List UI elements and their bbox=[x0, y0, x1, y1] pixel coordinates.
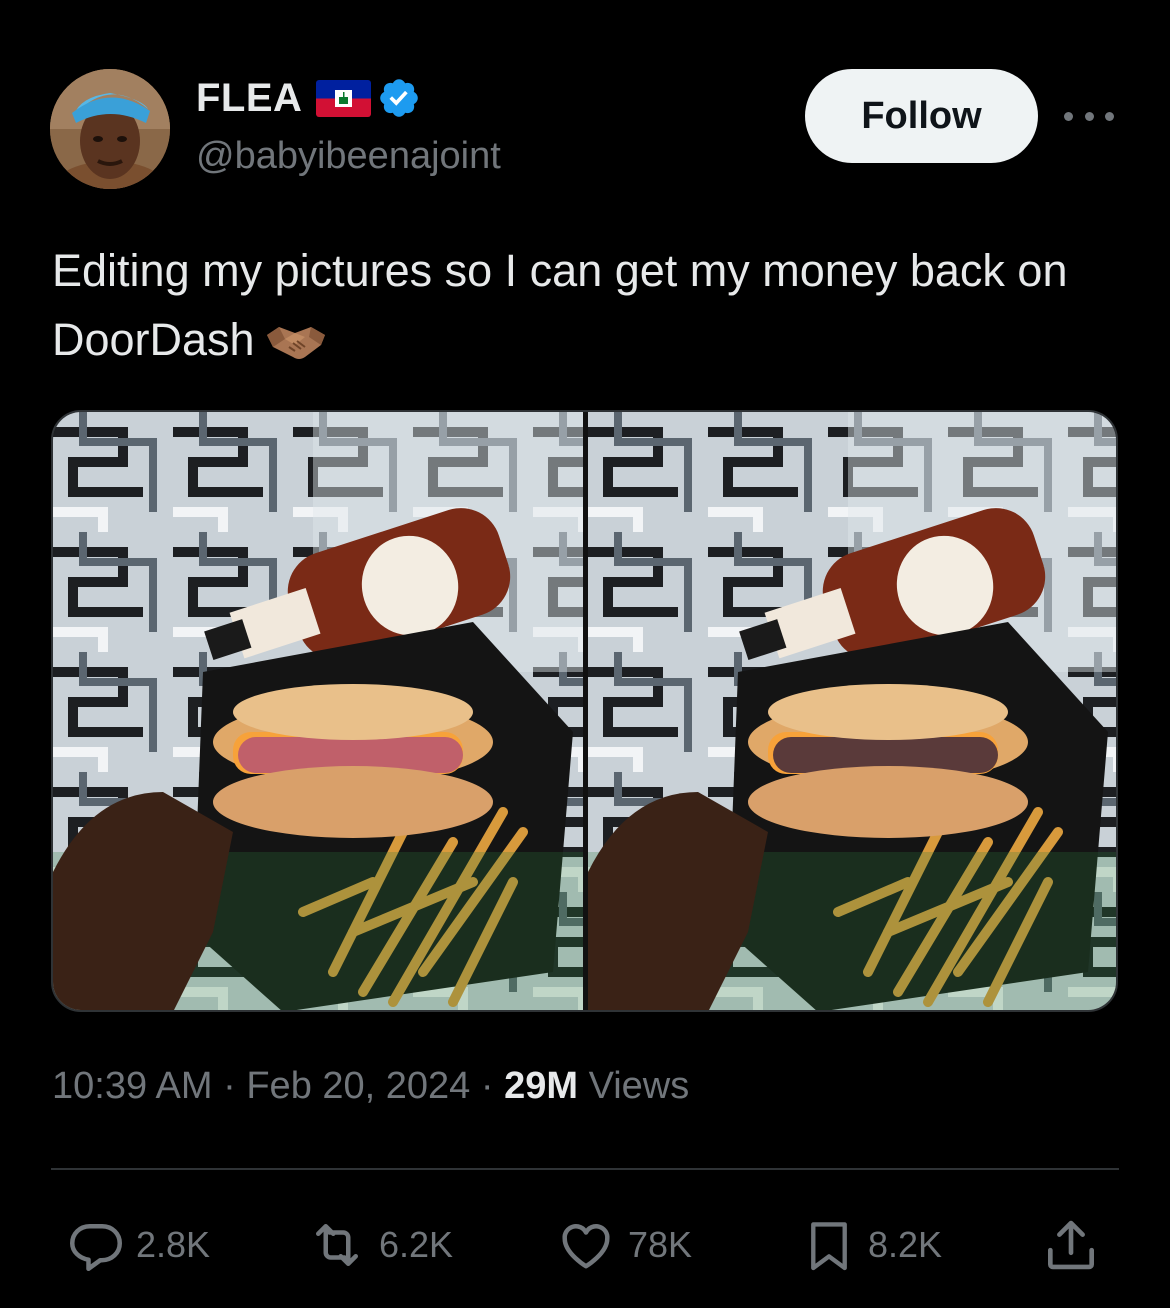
bookmark-count: 8.2K bbox=[868, 1224, 943, 1265]
author-handle[interactable]: @babyibeenajoint bbox=[196, 135, 501, 178]
avatar[interactable] bbox=[50, 69, 170, 189]
author-name-row[interactable]: FLEA bbox=[196, 73, 421, 123]
repost-count: 6.2K bbox=[379, 1224, 454, 1265]
share-icon bbox=[1048, 1220, 1094, 1270]
burger-photo bbox=[53, 412, 583, 1010]
media-image-edited[interactable] bbox=[588, 412, 1116, 1010]
tweet-time[interactable]: 10:39 AM bbox=[52, 1065, 213, 1107]
haiti-flag-icon bbox=[316, 79, 372, 117]
more-dot bbox=[1105, 111, 1114, 121]
share-button[interactable] bbox=[1040, 1205, 1102, 1285]
divider bbox=[51, 1168, 1119, 1170]
meta-separator: · bbox=[212, 1065, 247, 1107]
tweet-text: Editing my pictures so I can get my mone… bbox=[52, 236, 1112, 374]
reply-button[interactable]: 2.8K bbox=[66, 1205, 210, 1285]
media-image-original[interactable] bbox=[53, 412, 583, 1010]
like-count: 78K bbox=[628, 1224, 693, 1265]
bookmark-icon bbox=[811, 1222, 847, 1271]
burger-photo bbox=[588, 412, 1116, 1010]
views-count: 29M bbox=[504, 1065, 579, 1107]
repost-icon bbox=[316, 1224, 358, 1266]
heart-icon bbox=[562, 1224, 610, 1269]
tweet-body: Editing my pictures so I can get my mone… bbox=[52, 245, 1068, 365]
handshake-icon bbox=[266, 327, 325, 359]
media-grid[interactable] bbox=[51, 410, 1118, 1012]
like-button[interactable]: 78K bbox=[554, 1205, 692, 1285]
more-options-icon[interactable] bbox=[1064, 103, 1114, 129]
bookmark-button[interactable]: 8.2K bbox=[800, 1205, 942, 1285]
repost-button[interactable]: 6.2K bbox=[305, 1205, 453, 1285]
follow-button[interactable]: Follow bbox=[805, 69, 1038, 163]
reply-icon bbox=[70, 1224, 122, 1271]
more-dot bbox=[1064, 111, 1073, 121]
tweet-date[interactable]: Feb 20, 2024 bbox=[246, 1065, 470, 1107]
action-bar: 2.8K 6.2K 78K 8.2K bbox=[0, 1205, 1170, 1285]
tweet-metadata: 10:39 AM · Feb 20, 2024 · 29M Views bbox=[52, 1065, 689, 1108]
more-dot bbox=[1084, 111, 1094, 121]
views-label: Views bbox=[578, 1065, 690, 1107]
reply-count: 2.8K bbox=[136, 1224, 211, 1265]
avatar-image bbox=[50, 69, 170, 189]
verified-badge-icon[interactable] bbox=[377, 76, 421, 120]
meta-separator: · bbox=[470, 1065, 505, 1107]
author-display-name[interactable]: FLEA bbox=[196, 76, 302, 121]
